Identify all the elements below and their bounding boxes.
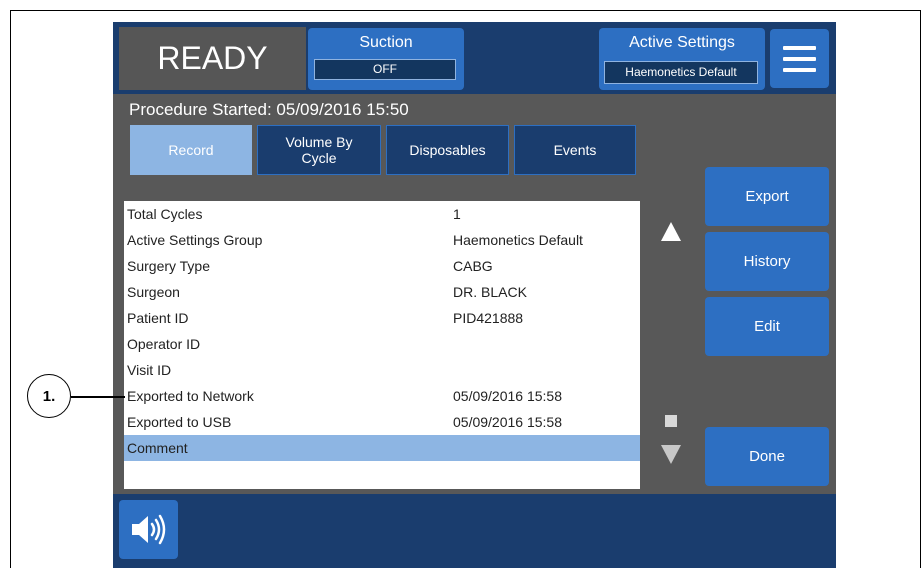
field-label: Exported to USB (127, 414, 232, 430)
triangle-up-icon[interactable] (661, 222, 681, 241)
device-screen: READY Suction OFF Active Settings Haemon… (113, 22, 836, 568)
list-item[interactable]: Surgery Type CABG (124, 253, 640, 279)
active-settings-value: Haemonetics Default (604, 61, 758, 84)
suction-button[interactable]: Suction OFF (308, 28, 464, 90)
active-settings-button[interactable]: Active Settings Haemonetics Default (599, 28, 765, 90)
field-value: DR. BLACK (453, 284, 527, 300)
bottom-bar (113, 494, 836, 568)
history-button[interactable]: History (705, 232, 829, 291)
list-item-selected[interactable]: Comment (124, 435, 640, 461)
tab-label: Volume By Cycle (285, 134, 353, 166)
suction-label: Suction (359, 34, 413, 51)
tab-label: Record (168, 142, 214, 158)
suction-value: OFF (314, 59, 456, 80)
list-item[interactable]: Total Cycles 1 (124, 201, 640, 227)
field-value: 05/09/2016 15:58 (453, 388, 562, 404)
tab-record[interactable]: Record (130, 125, 252, 175)
list-item[interactable]: Patient ID PID421888 (124, 305, 640, 331)
field-label: Patient ID (127, 310, 189, 326)
active-settings-label: Active Settings (629, 34, 735, 51)
menu-button[interactable] (770, 29, 829, 88)
field-label: Surgery Type (127, 258, 211, 274)
list-item[interactable]: Visit ID (124, 357, 640, 383)
field-label: Surgeon (127, 284, 180, 300)
field-value: 1 (453, 206, 461, 222)
scroll-thumb[interactable] (665, 415, 677, 427)
list-item[interactable]: Operator ID (124, 331, 640, 357)
field-label: Comment (127, 440, 188, 456)
field-label: Visit ID (127, 362, 172, 378)
list-item[interactable]: Exported to USB 05/09/2016 15:58 (124, 409, 640, 435)
tab-label: Disposables (409, 142, 486, 158)
list-item[interactable]: Surgeon DR. BLACK (124, 279, 640, 305)
record-list: Total Cycles 1 Active Settings Group Hae… (124, 201, 640, 489)
status-indicator: READY (119, 27, 306, 90)
field-value: 05/09/2016 15:58 (453, 414, 562, 430)
status-bar: READY Suction OFF Active Settings Haemon… (113, 22, 836, 94)
tab-label: Events (553, 142, 597, 158)
edit-button[interactable]: Edit (705, 297, 829, 356)
field-label: Operator ID (127, 336, 201, 352)
callout-marker: 1. (27, 374, 71, 418)
field-value: Haemonetics Default (453, 232, 583, 248)
field-label: Total Cycles (127, 206, 203, 222)
list-item[interactable]: Active Settings Group Haemonetics Defaul… (124, 227, 640, 253)
field-value: PID421888 (453, 310, 524, 326)
field-label: Exported to Network (127, 388, 254, 404)
speaker-button[interactable] (119, 500, 178, 559)
triangle-down-icon[interactable] (661, 445, 681, 464)
field-value: CABG (453, 258, 493, 274)
export-button[interactable]: Export (705, 167, 829, 226)
tab-events[interactable]: Events (514, 125, 636, 175)
procedure-title: Procedure Started: 05/09/2016 15:50 (129, 100, 409, 119)
tab-volume-by-cycle[interactable]: Volume By Cycle (257, 125, 381, 175)
list-item[interactable]: Exported to Network 05/09/2016 15:58 (124, 383, 640, 409)
tab-disposables[interactable]: Disposables (386, 125, 509, 175)
callout-leader-line (71, 396, 125, 398)
field-label: Active Settings Group (127, 232, 263, 248)
speaker-volume-icon (132, 514, 166, 545)
done-button[interactable]: Done (705, 427, 829, 486)
